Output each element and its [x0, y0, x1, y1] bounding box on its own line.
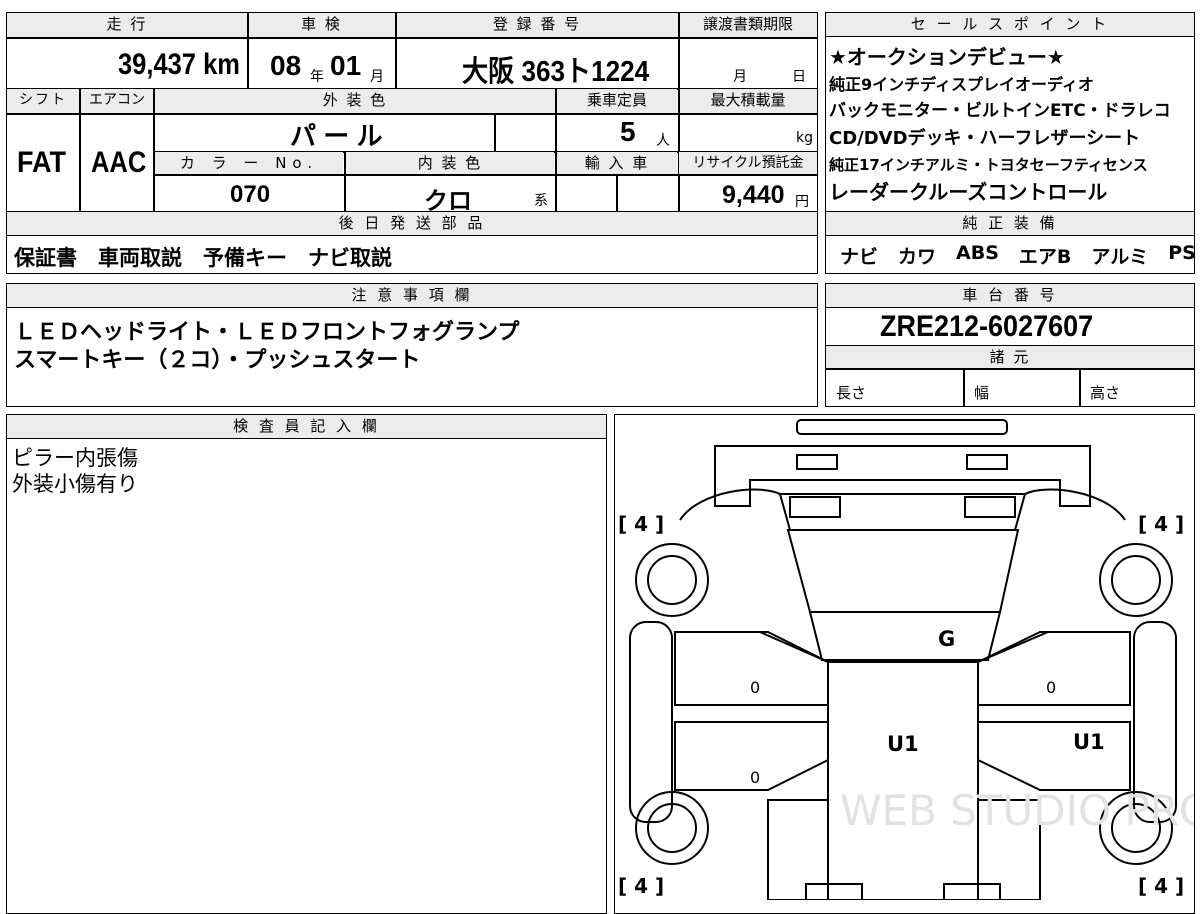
capacity-header: 乗車定員	[557, 89, 677, 113]
tire-mark-front-left: [ 4 ]	[618, 874, 665, 898]
exterior-color-header: 外 装 色	[155, 89, 555, 113]
selling-point-5: 純正17インチアルミ・トヨタセーフティセンス	[829, 156, 1148, 174]
max-load-unit: kg	[796, 130, 813, 146]
notes-line-2: スマートキー（２コ）・プッシュスタート	[14, 348, 421, 373]
chassis-number: ZRE212-6027607	[880, 310, 1094, 343]
inspection-month-unit: 月	[370, 69, 384, 85]
code-roof: U1	[887, 732, 919, 756]
import-header: 輸 入 車	[557, 152, 677, 174]
selling-point-6: レーダークルーズコントロール	[829, 180, 1108, 204]
exterior-color-value: パ ー ル	[290, 121, 383, 151]
inspection-year-unit: 年	[310, 69, 324, 85]
chassis-header: 車 台 番 号	[826, 284, 1194, 308]
aircon-header: エアコン	[81, 89, 153, 113]
code-left-rear-door: 0	[750, 768, 761, 787]
equipment-items: ナビ カワ ABS エアB アルミ PS PW	[840, 242, 1200, 269]
color-no-header: カ ラ ー No.	[155, 152, 343, 174]
color-no-value: 070	[230, 181, 271, 208]
tire-mark-rear-left: [ 4 ]	[618, 512, 665, 536]
selling-point-4: CD/DVDデッキ・ハーフレザーシート	[829, 128, 1141, 149]
code-windshield: G	[938, 627, 956, 651]
deadline-header: 譲渡書類期限	[679, 13, 817, 37]
tire-mark-rear-right: [ 4 ]	[1138, 512, 1185, 536]
interior-color-suffix: 系	[534, 193, 548, 209]
recycle-unit: 円	[795, 194, 809, 210]
registration-number: 大阪 363ト1224	[462, 56, 650, 88]
aircon-value: AAC	[91, 146, 147, 179]
selling-point-2: 純正9インチディスプレイオーディオ	[829, 75, 1094, 94]
code-right-door: U1	[1073, 730, 1105, 754]
later-parts-header: 後 日 発 送 部 品	[7, 212, 817, 236]
inspector-header: 検 査 員 記 入 欄	[7, 415, 606, 439]
selling-point-3: バックモニター・ビルトインETC・ドラレコ	[829, 101, 1171, 121]
inspection-year: 08	[270, 50, 302, 81]
registration-header: 登 録 番 号	[396, 13, 678, 37]
specs-header: 諸 元	[826, 346, 1194, 368]
mileage-header: 走 行	[7, 13, 247, 37]
selling-points-list: ★オークションデビュー★ 純正9インチディスプレイオーディオ バックモニター・ビ…	[829, 44, 1195, 206]
capacity-unit: 人	[656, 133, 670, 149]
interior-color-header: 内 装 色	[346, 152, 554, 174]
watermark: WEB STUDIO PRO	[840, 786, 1194, 835]
equip-airbag: エアB	[1018, 246, 1072, 268]
equipment-header: 純 正 装 備	[826, 212, 1194, 236]
deadline-month-unit: 月	[733, 69, 747, 85]
equip-ps: PS	[1168, 242, 1196, 264]
shift-header: シフト	[7, 89, 79, 113]
inspector-line-2: 外装小傷有り	[12, 472, 138, 496]
inspection-header: 車 検	[248, 13, 395, 37]
recycle-fee-value: 9,440	[722, 181, 785, 209]
equip-navi: ナビ	[840, 246, 879, 268]
equip-alloy: アルミ	[1091, 246, 1149, 268]
selling-point-1: ★オークションデビュー★	[829, 45, 1065, 69]
inspection-month: 01	[330, 50, 362, 81]
spec-height-label: 高さ	[1090, 384, 1121, 402]
max-load-header: 最大積載量	[679, 89, 817, 113]
spec-width-label: 幅	[974, 384, 990, 402]
equip-abs: ABS	[956, 242, 999, 264]
notes-header: 注 意 事 項 欄	[7, 284, 817, 308]
capacity-value: 5	[620, 116, 636, 147]
recycle-header: リサイクル預託金	[679, 152, 817, 174]
equip-leather: カワ	[898, 246, 937, 268]
car-diagram: WEB STUDIO PRO	[629, 419, 1194, 900]
mileage-value: 39,437 km	[118, 48, 240, 81]
code-left-front-door: 0	[750, 678, 761, 697]
code-right-front-door: 0	[1046, 678, 1057, 697]
spec-length-label: 長さ	[836, 384, 867, 402]
later-parts-items: 保証書 車両取説 予備キー ナビ取説	[14, 246, 392, 270]
shift-value: FAT	[17, 146, 66, 179]
selling-points-header: セ ー ル ス ポ イ ン ト	[826, 13, 1194, 37]
deadline-day-unit: 日	[792, 69, 806, 85]
tire-mark-front-right: [ 4 ]	[1138, 874, 1185, 898]
